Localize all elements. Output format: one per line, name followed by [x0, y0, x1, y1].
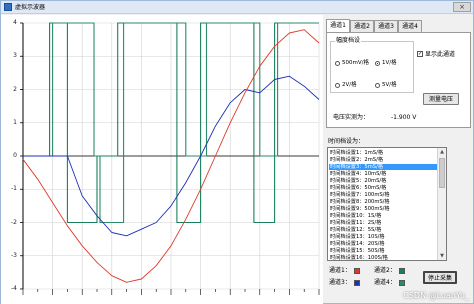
- y-tick-label: 2: [13, 85, 17, 93]
- y-tick-label: -4: [11, 285, 17, 292]
- radio-1v[interactable]: 1V/格: [375, 60, 397, 67]
- timebase-item[interactable]: 时间档设置5：20mS/格: [329, 178, 437, 184]
- y-tick-label: -2: [11, 218, 17, 226]
- legend-channel4: 通道4：: [374, 279, 405, 287]
- show-channel-label: 显示此通道: [425, 51, 456, 58]
- window-title: 虚拟示波器: [15, 4, 46, 11]
- y-tick-label: -3: [11, 251, 17, 259]
- radio-1v-label: 1V/格: [382, 60, 397, 66]
- legend-channel3-label: 通道3：: [329, 279, 351, 286]
- timebase-item[interactable]: 时间档设置4：10mS/格: [329, 171, 437, 177]
- legend-channel2-swatch: [398, 268, 405, 274]
- radio-500mv-indicator: [335, 61, 340, 66]
- title-bar: 虚拟示波器 ×: [1, 1, 473, 14]
- tab-channel4[interactable]: 通道4: [398, 20, 422, 32]
- watermark: CSDN @LuanYu_: [403, 291, 469, 300]
- legend-channel1-label: 通道1：: [329, 267, 351, 274]
- radio-2v-label: 2V/格: [342, 82, 357, 88]
- radio-2v[interactable]: 2V/格: [335, 82, 357, 89]
- voltage-label: 电压实测为：: [333, 114, 370, 121]
- radio-1v-indicator: [375, 61, 380, 66]
- legend-channel1: 通道1：: [329, 267, 360, 275]
- legend-channel3: 通道3：: [329, 279, 360, 287]
- timebase-item[interactable]: 时间档设置13：10S/格: [329, 234, 437, 240]
- oscilloscope-display: 4 3 2 1 0 -1 -2 -3 -4: [1, 15, 323, 304]
- timebase-item[interactable]: 时间档设置10：1S/格: [329, 213, 437, 219]
- tab-channel1[interactable]: 通道1: [326, 19, 350, 32]
- waveform-chart: [20, 22, 320, 295]
- radio-500mv-label: 500mV/格: [342, 60, 369, 66]
- timebase-item[interactable]: 时间档设置7：100mS/格: [329, 192, 437, 198]
- timebase-item[interactable]: 时间档设置8：200mS/格: [329, 199, 437, 205]
- scroll-down-icon[interactable]: ▼: [438, 252, 446, 260]
- legend-channel1-swatch: [353, 268, 360, 274]
- legend-channel2: 通道2：: [374, 267, 405, 275]
- amplitude-group: 幅度档设 500mV/格 1V/格 2V/格 5V/格: [330, 37, 414, 93]
- radio-2v-indicator: [335, 83, 340, 88]
- legend-channel3-swatch: [353, 280, 360, 286]
- legend-channel4-swatch: [398, 280, 405, 286]
- amplitude-group-title: 幅度档设: [335, 37, 362, 45]
- radio-5v-label: 5V/格: [382, 82, 397, 88]
- radio-5v-indicator: [375, 83, 380, 88]
- timebase-item[interactable]: 时间档设置2：2mS/格: [329, 157, 437, 163]
- timebase-item[interactable]: 时间档设置3：5mS/格: [329, 164, 437, 170]
- timebase-item[interactable]: 时间档设置14：20S/格: [329, 241, 437, 247]
- timebase-listbox[interactable]: 时间档设置1：1mS/格 时间档设置2：2mS/格 时间档设置3：5mS/格 时间档设…: [327, 147, 447, 261]
- timebase-label: 时间档设为：: [328, 138, 365, 145]
- legend-channel2-label: 通道2：: [374, 267, 396, 274]
- tab-channel3[interactable]: 通道3: [374, 20, 398, 32]
- y-tick-label: 4: [13, 19, 17, 26]
- y-tick-label: 1: [13, 118, 17, 126]
- app-icon: [4, 3, 12, 11]
- y-tick-label: 0: [13, 152, 17, 159]
- listbox-scrollbar[interactable]: ▲ ▼: [437, 148, 446, 260]
- oscilloscope-window: 虚拟示波器 × 4 3 2 1 0 -1 -2 -3 -4 通道1 通道2 通道3 通道4 幅度…: [0, 0, 474, 304]
- tab-channel2[interactable]: 通道2: [350, 20, 374, 32]
- scroll-up-icon[interactable]: ▲: [438, 148, 446, 156]
- radio-5v[interactable]: 5V/格: [375, 82, 397, 89]
- timebase-item[interactable]: 时间档设置11：2S/格: [329, 220, 437, 226]
- close-button[interactable]: ×: [453, 2, 471, 12]
- scroll-thumb[interactable]: [439, 158, 445, 188]
- checkbox-indicator: ✓: [417, 50, 423, 57]
- timebase-item[interactable]: 时间档设置15：50S/格: [329, 248, 437, 254]
- measure-voltage-button[interactable]: 测量电压: [423, 93, 459, 105]
- voltage-value: -1.900 V: [391, 114, 417, 121]
- stop-acquisition-button[interactable]: 停止采集: [423, 271, 457, 284]
- y-tick-label: 3: [13, 52, 17, 60]
- channel-settings-panel: 幅度档设 500mV/格 1V/格 2V/格 5V/格 ✓ 显示此通道 测量电压: [326, 32, 471, 128]
- timebase-item[interactable]: 时间档设置9：500mS/格: [329, 206, 437, 212]
- radio-500mv[interactable]: 500mV/格: [335, 60, 369, 67]
- y-tick-label: -1: [11, 185, 17, 193]
- show-channel-checkbox[interactable]: ✓ 显示此通道: [417, 49, 455, 58]
- timebase-item[interactable]: 时间档设置12：5S/格: [329, 227, 437, 233]
- timebase-item[interactable]: 时间档设置6：50mS/格: [329, 185, 437, 191]
- timebase-item[interactable]: 时间档设置1：1mS/格: [329, 150, 437, 156]
- timebase-item[interactable]: 时间档设置16：100S/格: [329, 255, 437, 260]
- legend-channel4-label: 通道4：: [374, 279, 396, 286]
